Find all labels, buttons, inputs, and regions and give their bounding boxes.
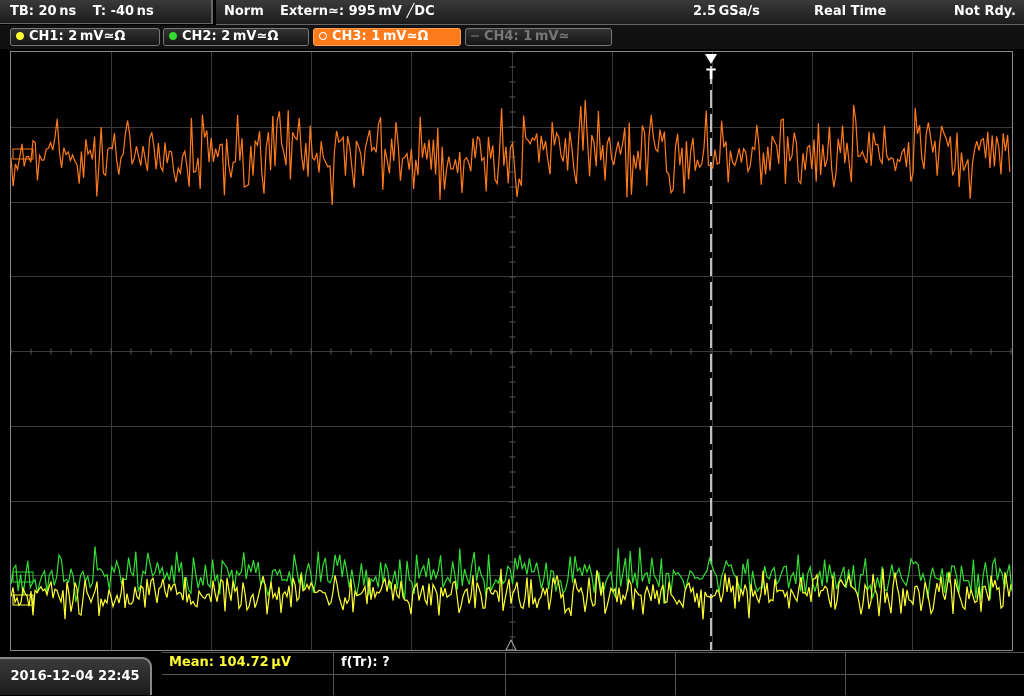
channel-tab-ch4[interactable]: CH4: 1 mV≃ [465, 28, 612, 46]
measurement-slot-3[interactable] [506, 653, 676, 674]
measurement-rise-frequency[interactable]: f(Tr): ? [334, 653, 506, 674]
waveform-display[interactable]: T [10, 51, 1013, 651]
ch3-indicator-icon [319, 32, 327, 40]
trigger-marker-label: T [706, 67, 716, 83]
channel-bar: CH1: 2 mV≃Ω CH2: 2 mV≃Ω CH3: 1 mV≃Ω CH4:… [0, 25, 1024, 49]
reference-arrow-icon [505, 638, 517, 650]
waveform-svg: T [11, 52, 1012, 650]
datetime: 2016-12-04 22:45 [10, 669, 140, 684]
center-ticks [11, 52, 1012, 638]
acquisition-state: Not Rdy. [953, 4, 1016, 19]
sample-rate: 2.5 GSa/s [693, 4, 760, 19]
ch2-indicator-icon [169, 32, 177, 40]
measurement-panel[interactable]: Mean: 104.72 µV f(Tr): ? [162, 652, 1024, 696]
datetime-panel: 2016-12-04 22:45 [0, 657, 152, 695]
ch1-label: CH1: 2 mV≃Ω [29, 29, 126, 44]
trigger-mode: Norm [224, 4, 264, 19]
acquisition-mode: Real Time [814, 4, 887, 19]
trigger-time-readout: T: -40 ns [92, 4, 154, 19]
measurement-mean[interactable]: Mean: 104.72 µV [162, 653, 334, 674]
timebase-panel[interactable]: TB: 20 ns T: -40 ns [0, 0, 213, 24]
measurement-slot-5[interactable] [846, 653, 1024, 674]
ch4-indicator-icon [471, 35, 479, 37]
ch4-label: CH4: 1 mV≃ [484, 29, 570, 44]
measurement-slot-10[interactable] [846, 674, 1024, 695]
measurement-slot-8[interactable] [506, 674, 676, 695]
timebase-readout: TB: 20 ns [10, 4, 77, 19]
ch2-label: CH2: 2 mV≃Ω [182, 29, 279, 44]
ch1-indicator-icon [16, 32, 24, 40]
ch2-waveform [11, 546, 1012, 604]
channel-tab-ch2[interactable]: CH2: 2 mV≃Ω [163, 28, 309, 46]
channel-tab-ch3[interactable]: CH3: 1 mV≃Ω [313, 28, 461, 46]
trigger-arrow-icon[interactable] [705, 54, 717, 64]
measurement-slot-6[interactable] [162, 674, 334, 695]
trigger-status-panel[interactable]: Norm Extern≃: 995 mV ╱DC 2.5 GSa/s Real … [216, 0, 1024, 25]
ch3-waveform [11, 99, 1011, 206]
measurement-slot-7[interactable] [334, 674, 506, 695]
measurement-slot-4[interactable] [676, 653, 846, 674]
measurement-slot-9[interactable] [676, 674, 846, 695]
ch3-label: CH3: 1 mV≃Ω [332, 29, 429, 44]
trigger-source: Extern≃: 995 mV ╱DC [280, 4, 435, 19]
channel-tab-ch1[interactable]: CH1: 2 mV≃Ω [10, 28, 160, 46]
